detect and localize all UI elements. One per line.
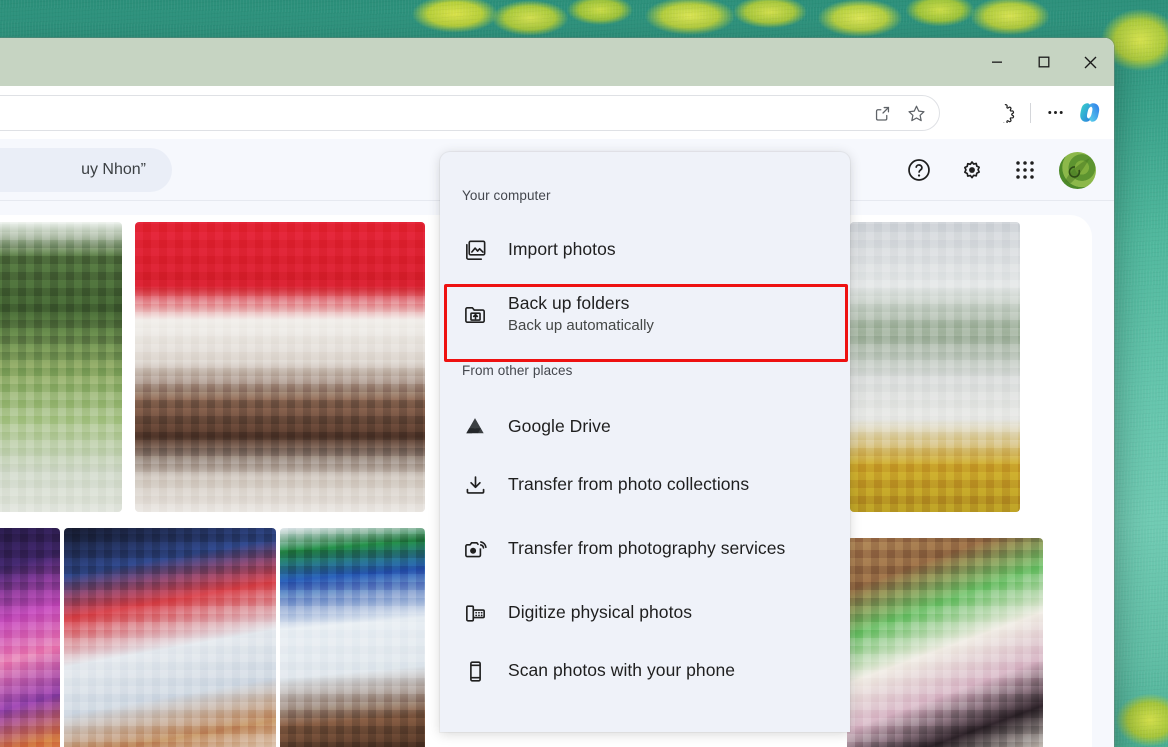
menu-item-back-up-folders[interactable]: Back up folders Back up automatically [440,279,850,349]
menu-item-transfer-photography-services[interactable]: Transfer from photography services [440,514,850,584]
copilot-icon[interactable] [1072,96,1106,130]
menu-item-scan-photos-with-phone[interactable]: Scan photos with your phone [440,642,850,700]
menu-item-digitize-physical-photos[interactable]: Digitize physical photos [440,584,850,642]
apps-grid-icon[interactable] [1006,151,1044,189]
menu-item-title: Digitize physical photos [508,602,693,623]
menu-item-google-drive[interactable]: Google Drive [440,398,850,456]
account-avatar[interactable] [1059,151,1096,189]
minimize-button[interactable] [973,38,1020,86]
camera-wifi-icon [462,536,488,562]
star-icon[interactable] [901,98,931,128]
photo-thumbnail[interactable] [64,528,276,747]
menu-item-text: Google Drive [508,415,611,438]
browser-toolbar [0,86,1114,139]
extensions-icon[interactable] [991,98,1021,128]
help-icon[interactable] [900,151,938,189]
menu-item-title: Google Drive [508,416,611,437]
photo-thumbnail[interactable] [847,538,1043,747]
gear-icon[interactable] [953,151,991,189]
menu-section-label-your-computer: Your computer [462,188,551,203]
backup-folder-icon [462,301,488,327]
phone-icon [462,658,488,684]
maximize-button[interactable] [1020,38,1067,86]
window-controls [973,38,1114,86]
menu-item-subtitle: Back up automatically [508,316,654,334]
close-button[interactable] [1067,38,1114,86]
add-photos-menu: Your computer Import photos Back up fold… [440,152,850,732]
share-icon[interactable] [867,98,897,128]
menu-item-text: Back up folders Back up automatically [508,292,654,336]
menu-item-text: Import photos [508,238,616,261]
menu-item-title: Import photos [508,239,616,260]
menu-item-transfer-photo-collections[interactable]: Transfer from photo collections [440,456,850,514]
photo-thumbnail[interactable] [850,222,1020,512]
more-options-icon[interactable] [1040,98,1070,128]
google-drive-icon [462,414,488,440]
menu-item-text: Digitize physical photos [508,601,692,624]
menu-item-title: Transfer from photo collections [508,474,750,495]
search-input-value: uy Nhon” [81,161,146,178]
photo-thumbnail[interactable] [280,528,425,747]
menu-item-title: Back up folders [508,292,630,313]
address-bar[interactable] [0,95,940,131]
menu-item-text: Scan photos with your phone [508,659,735,682]
menu-item-text: Transfer from photography services [508,537,785,560]
menu-section-label-other-places: From other places [462,363,573,378]
photo-thumbnail[interactable] [0,528,60,747]
menu-item-title: Transfer from photography services [508,538,786,559]
header-actions [900,139,1096,201]
search-box[interactable]: uy Nhon” [0,148,172,192]
menu-item-title: Scan photos with your phone [508,660,736,681]
browser-title-bar [0,38,1114,86]
download-icon [462,472,488,498]
photo-thumbnail[interactable] [0,222,122,512]
photo-thumbnail[interactable] [135,222,425,512]
import-photos-icon [462,237,488,263]
toolbar-right-actions [991,86,1106,139]
photo-scan-icon [462,600,488,626]
menu-item-text: Transfer from photo collections [508,473,749,496]
menu-item-import-photos[interactable]: Import photos [440,221,850,279]
toolbar-divider [1030,102,1031,123]
